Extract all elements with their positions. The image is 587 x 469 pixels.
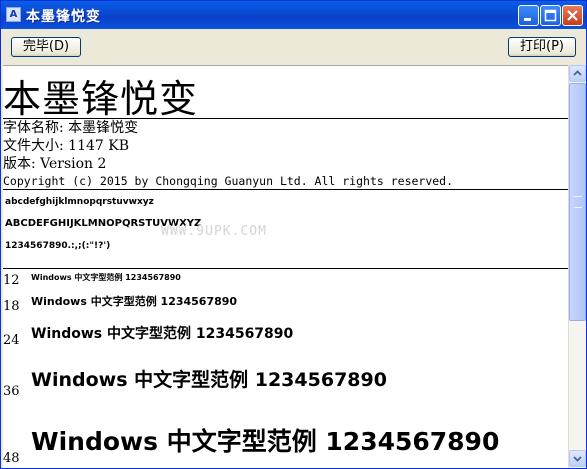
font-name-info: 字体名称: 本墨锋悦变: [3, 120, 139, 136]
size-label: 36: [3, 384, 20, 399]
lowercase-sample: abcdefghijklmnopqrstuvwxyz: [5, 197, 154, 207]
font-file-icon: A: [6, 7, 21, 22]
size-sample: Windows 中文字型范例 1234567890: [31, 273, 181, 282]
size-label: 48: [3, 451, 20, 466]
digits-sample: 1234567890.:,;(:"!?'): [5, 241, 111, 251]
title-bar[interactable]: A 本墨锋悦变: [1, 1, 586, 29]
size-sample: Windows 中文字型范例 1234567890: [31, 326, 294, 342]
scroll-up-button[interactable]: [569, 65, 586, 82]
divider: [3, 189, 568, 190]
scroll-thumb[interactable]: [569, 83, 586, 321]
size-sample: Windows 中文字型范例 1234567890: [31, 369, 387, 391]
copyright-info: Copyright (c) 2015 by Chongqing Guanyun …: [3, 174, 454, 188]
vertical-scrollbar[interactable]: [568, 65, 586, 468]
version-info: 版本: Version 2: [3, 156, 107, 172]
size-sample: Windows 中文字型范例 1234567890: [31, 427, 500, 456]
divider: [3, 268, 568, 269]
size-label: 24: [3, 333, 20, 348]
watermark: WWW.9UPK.COM: [161, 224, 267, 239]
size-label: 12: [3, 273, 20, 288]
grip-icon: [574, 196, 582, 208]
font-viewer-window: A 本墨锋悦变 完毕(D) 打印(P) 本墨锋悦变 字体名称: 本墨锋悦变 文件…: [0, 0, 587, 469]
minimize-button[interactable]: [518, 5, 539, 26]
size-sample: Windows 中文字型范例 1234567890: [31, 295, 238, 308]
scroll-down-button[interactable]: [569, 450, 586, 467]
print-button[interactable]: 打印(P): [508, 37, 576, 57]
file-size-info: 文件大小: 1147 KB: [3, 138, 129, 154]
font-preview-area: 本墨锋悦变 字体名称: 本墨锋悦变 文件大小: 1147 KB 版本: Vers…: [3, 65, 568, 468]
window-title: 本墨锋悦变: [26, 9, 101, 25]
maximize-button[interactable]: [540, 5, 561, 26]
close-button[interactable]: [562, 5, 583, 26]
font-name-heading: 本墨锋悦变: [3, 77, 199, 121]
toolbar: 完毕(D) 打印(P): [1, 29, 586, 63]
size-label: 18: [3, 299, 20, 314]
done-button[interactable]: 完毕(D): [11, 37, 81, 57]
